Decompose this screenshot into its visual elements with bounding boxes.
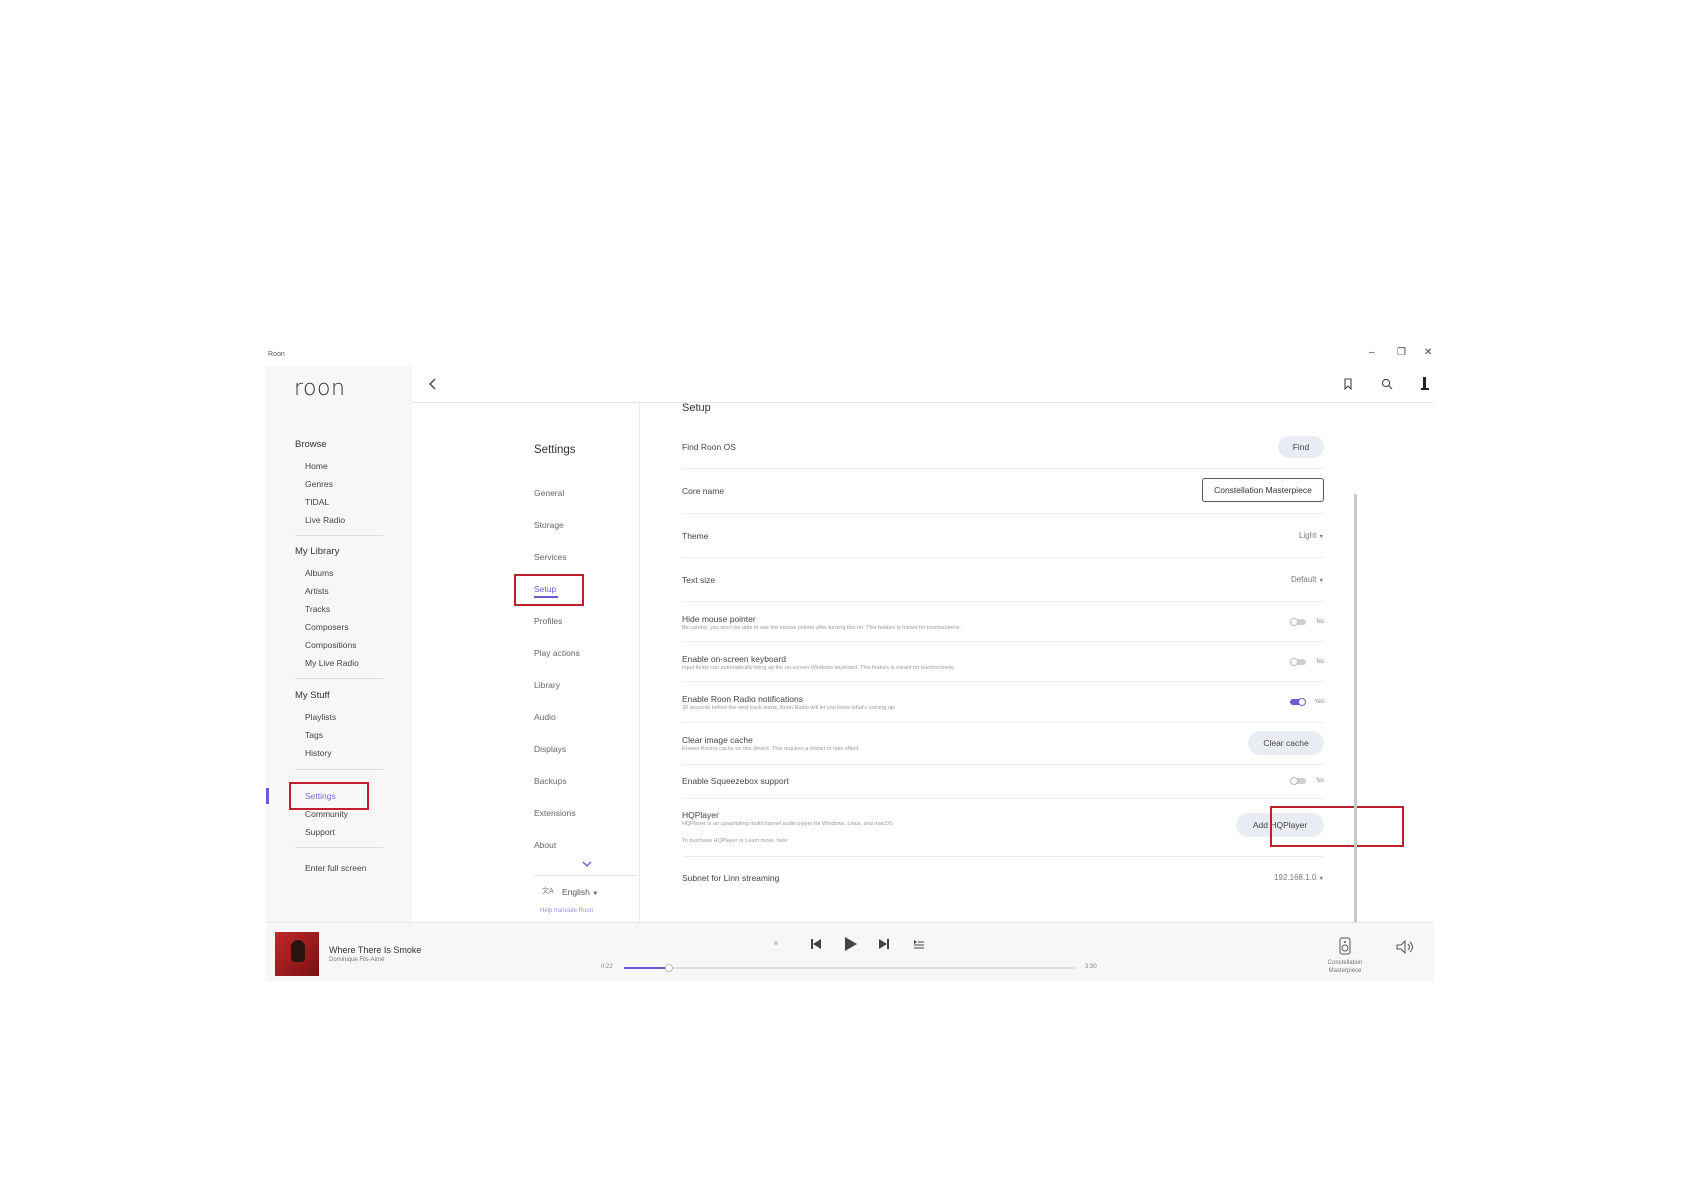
album-art-figure <box>291 940 305 962</box>
clear-cache-button[interactable]: Clear cache <box>1248 731 1324 755</box>
previous-icon[interactable] <box>810 938 822 950</box>
theme-label: Theme <box>682 531 709 541</box>
caret-down-icon: ▼ <box>1318 876 1324 882</box>
core-name-input[interactable] <box>1202 478 1324 502</box>
setup-content: Setup Find Roon OS Find Core name Theme … <box>266 402 1404 924</box>
image-cache-desc: Erases Roon's cache on this device. This… <box>682 746 860 752</box>
find-os-label: Find Roon OS <box>682 442 736 452</box>
toggle-knob <box>1298 698 1306 706</box>
toggle-knob <box>1290 658 1298 666</box>
radio-notif-label: Enable Roon Radio notifications <box>682 694 803 704</box>
hide-pointer-label: Hide mouse pointer <box>682 614 756 624</box>
row-keyboard: Enable on-screen keyboard Input fields c… <box>682 641 1324 682</box>
queue-icon[interactable] <box>913 939 925 949</box>
theme-value: Light <box>1298 531 1317 540</box>
row-image-cache: Clear image cache Erases Roon's cache on… <box>682 722 1324 765</box>
hqplayer-purchase-link[interactable]: To purchase HQPlayer or Learn more, here <box>682 838 787 844</box>
row-text-size: Text size Default ▼ <box>682 557 1324 602</box>
setup-title: Setup <box>682 402 711 414</box>
top-header <box>412 366 1434 403</box>
squeezebox-state: No <box>1316 778 1324 784</box>
album-art[interactable] <box>275 932 319 976</box>
row-subnet: Subnet for Linn streaming 192.168.1.0 ▼ <box>682 856 1324 902</box>
text-size-dropdown[interactable]: Default ▼ <box>1291 575 1324 584</box>
keyboard-label: Enable on-screen keyboard <box>682 654 786 664</box>
toggle-knob <box>1290 777 1298 785</box>
radio-notif-toggle[interactable] <box>1290 698 1306 706</box>
player-bar: Where There Is Smoke Dominique Fils-Aimé… <box>266 922 1434 981</box>
profile-icon[interactable] <box>1420 376 1430 391</box>
hide-pointer-desc: Be careful, you won't be able to see the… <box>682 625 962 631</box>
hqplayer-label: HQPlayer <box>682 810 719 820</box>
seek-bar[interactable] <box>624 964 1076 972</box>
keyboard-toggle[interactable] <box>1290 658 1306 666</box>
image-cache-label: Clear image cache <box>682 735 753 745</box>
subnet-value: 192.168.1.0 <box>1274 873 1317 882</box>
roon-window: Roon – ❐ ✕ roon Browse Home Genres TIDAL… <box>266 344 1434 981</box>
hide-pointer-toggle[interactable] <box>1290 618 1306 626</box>
squeezebox-toggle[interactable] <box>1290 777 1306 785</box>
toggle-knob <box>1290 618 1298 626</box>
squeezebox-label: Enable Squeezebox support <box>682 776 789 786</box>
core-name-label: Core name <box>682 486 725 496</box>
row-squeezebox: Enable Squeezebox support No <box>682 764 1324 799</box>
shuffle-icon[interactable] <box>774 941 778 945</box>
next-icon[interactable] <box>878 938 890 950</box>
hide-pointer-state: No <box>1316 619 1324 625</box>
subnet-dropdown[interactable]: 192.168.1.0 ▼ <box>1274 873 1324 882</box>
text-size-label: Text size <box>682 575 716 585</box>
elapsed-time: 0:22 <box>601 964 613 970</box>
hqplayer-desc: HQPlayer is an upsampling multichannel a… <box>682 821 893 827</box>
caret-down-icon: ▼ <box>1318 578 1324 584</box>
row-find-os: Find Roon OS Find <box>682 424 1324 469</box>
radio-notif-desc: 30 seconds before the next track starts,… <box>682 705 896 711</box>
column-divider <box>639 402 640 922</box>
bookmark-icon[interactable] <box>1343 378 1353 390</box>
row-hide-pointer: Hide mouse pointer Be careful, you won't… <box>682 601 1324 642</box>
chevron-left-icon[interactable] <box>428 378 438 390</box>
close-icon[interactable]: ✕ <box>1424 347 1432 358</box>
row-core-name: Core name <box>682 468 1324 514</box>
find-button[interactable]: Find <box>1278 436 1324 458</box>
row-hqplayer: HQPlayer HQPlayer is an upsampling multi… <box>682 798 1324 857</box>
speaker-icon[interactable] <box>1339 937 1351 955</box>
search-icon[interactable] <box>1381 378 1393 390</box>
row-radio-notifications: Enable Roon Radio notifications 30 secon… <box>682 681 1324 723</box>
volume-icon[interactable] <box>1396 940 1416 954</box>
track-artist[interactable]: Dominique Fils-Aimé <box>329 957 384 963</box>
restore-icon[interactable]: ❐ <box>1397 347 1406 358</box>
play-icon[interactable] <box>844 936 858 952</box>
window-title: Roon <box>268 351 285 358</box>
zone-name[interactable]: Constellation Masterpiece <box>1320 959 1370 975</box>
scrollbar[interactable] <box>1354 494 1357 924</box>
duration-time: 3:30 <box>1085 964 1097 970</box>
keyboard-desc: Input fields can automatically bring up … <box>682 665 956 671</box>
row-theme: Theme Light ▼ <box>682 513 1324 558</box>
roon-logo[interactable]: roon <box>294 376 345 401</box>
subnet-label: Subnet for Linn streaming <box>682 873 780 883</box>
title-bar: Roon – ❐ ✕ <box>266 344 1434 364</box>
seek-progress <box>624 967 670 969</box>
minimize-icon[interactable]: – <box>1369 347 1375 358</box>
caret-down-icon: ▼ <box>1318 534 1324 540</box>
radio-notif-state: Yes <box>1314 699 1324 705</box>
seek-handle[interactable] <box>665 964 674 972</box>
theme-dropdown[interactable]: Light ▼ <box>1299 531 1324 540</box>
text-size-value: Default <box>1290 575 1317 584</box>
track-title[interactable]: Where There Is Smoke <box>329 945 421 955</box>
highlight-box <box>1270 806 1404 847</box>
keyboard-state: No <box>1316 659 1324 665</box>
